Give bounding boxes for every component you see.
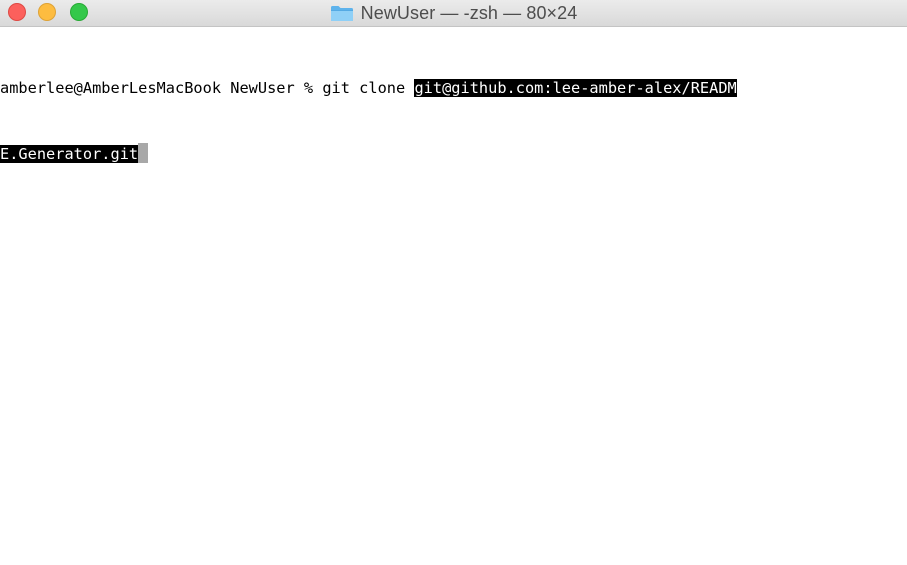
window-title: NewUser — -zsh — 80×24	[360, 2, 578, 23]
window-title-group: NewUser — -zsh — 80×24	[0, 0, 907, 26]
terminal-output[interactable]: amberlee@AmberLesMacBook NewUser % git c…	[0, 33, 907, 565]
folder-icon	[330, 6, 353, 21]
terminal-line: E.Generator.git	[0, 143, 907, 165]
title-bar[interactable]: NewUser — -zsh — 80×24	[0, 0, 907, 27]
text-cursor	[138, 143, 149, 163]
terminal-line: amberlee@AmberLesMacBook NewUser % git c…	[0, 77, 907, 99]
selected-text[interactable]: E.Generator.git	[0, 145, 139, 163]
terminal-window: NewUser — -zsh — 80×24 amberlee@AmberLes…	[0, 0, 907, 565]
selected-text[interactable]: git@github.com:lee-amber-alex/READM	[414, 79, 737, 97]
shell-prompt-command: amberlee@AmberLesMacBook NewUser % git c…	[0, 79, 415, 97]
